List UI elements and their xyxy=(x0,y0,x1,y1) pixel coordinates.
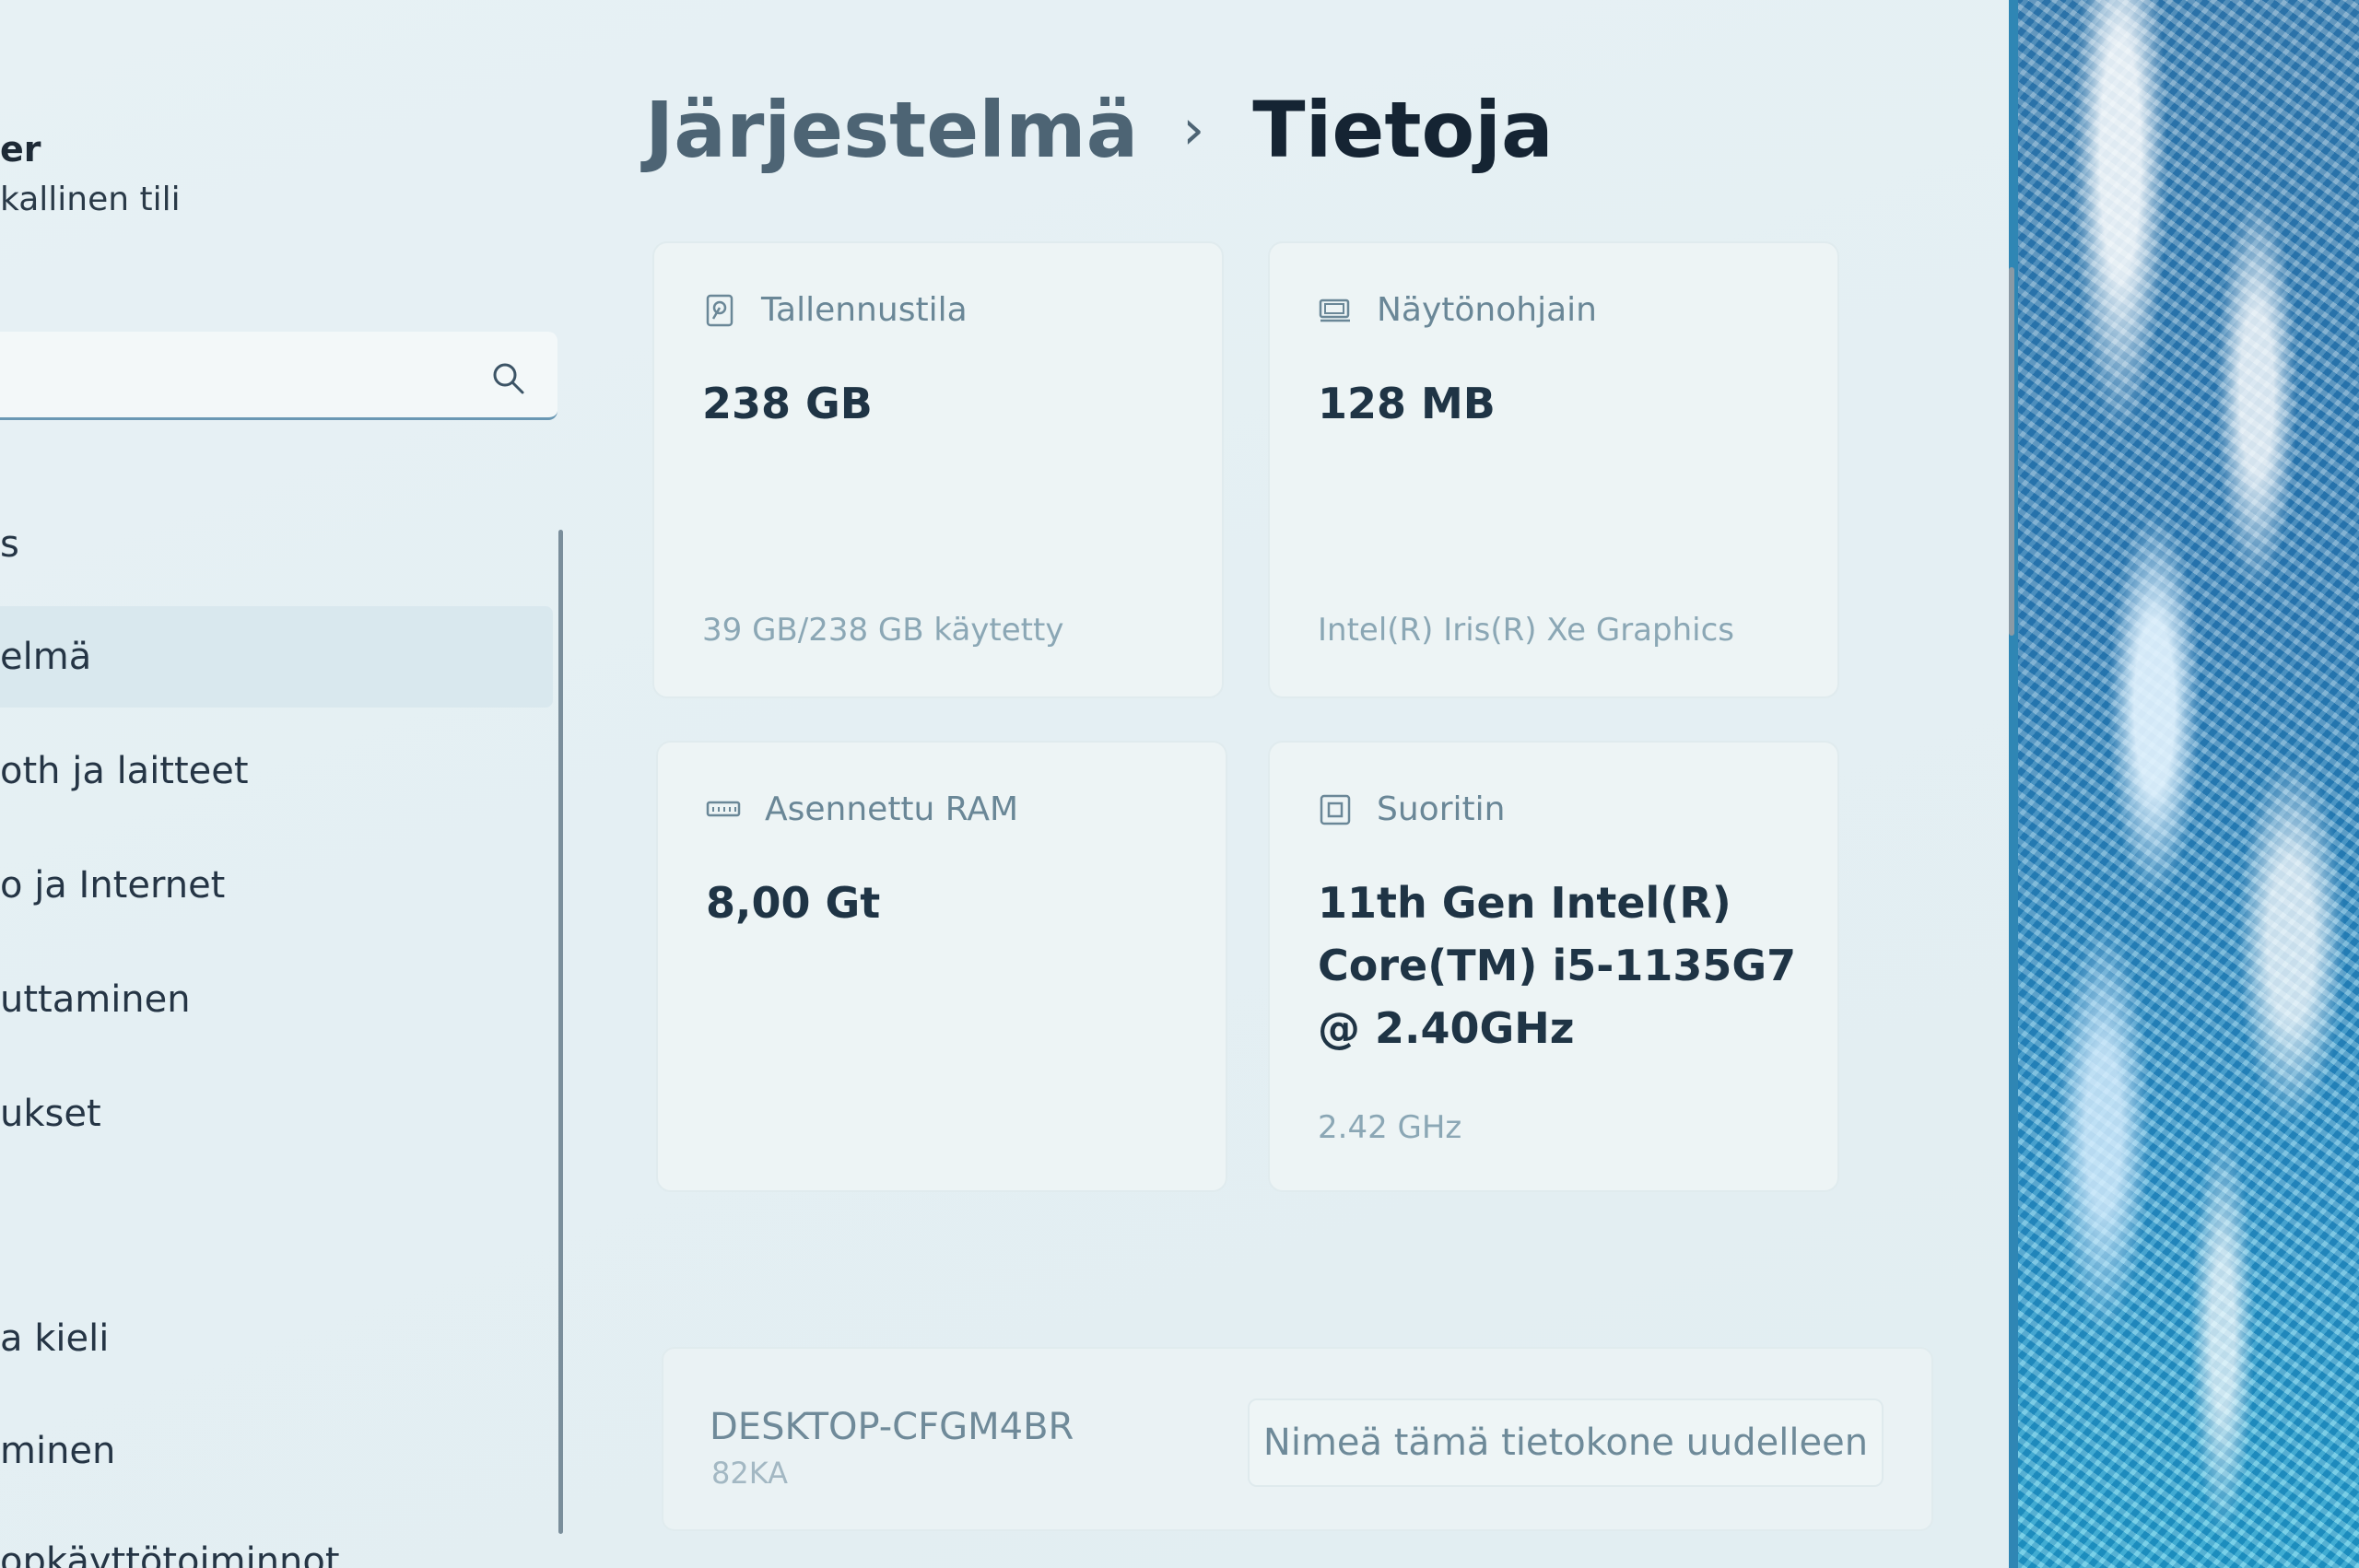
ram-icon xyxy=(706,801,741,816)
ram-label: Asennettu RAM xyxy=(765,790,1019,828)
sidebar-item-time-language[interactable]: a kieli xyxy=(0,1317,109,1360)
search-icon[interactable] xyxy=(489,359,526,396)
sidebar-item-home[interactable]: s xyxy=(0,523,19,566)
main-scrollbar[interactable] xyxy=(2009,267,2014,636)
sidebar-item-personalization[interactable]: uttaminen xyxy=(0,978,191,1021)
sidebar-scrollbar[interactable] xyxy=(558,530,563,1534)
display-adapter-memory: 128 MB xyxy=(1318,379,1496,428)
processor-icon xyxy=(1320,794,1351,825)
display-adapter-label: Näytönohjain xyxy=(1377,291,1597,329)
processor-label: Suoritin xyxy=(1377,790,1506,828)
storage-card: Tallennustila 238 GB 39 GB/238 GB käytet… xyxy=(652,241,1224,698)
processor-speed: 2.42 GHz xyxy=(1318,1109,1462,1146)
breadcrumb-chevron-icon: › xyxy=(1182,98,1205,162)
device-name: DESKTOP-CFGM4BR xyxy=(710,1406,1074,1448)
processor-card: Suoritin 11th Gen Intel(R) Core(TM) i5-1… xyxy=(1268,741,1839,1192)
display-adapter-card: Näytönohjain 128 MB Intel(R) Iris(R) Xe … xyxy=(1268,241,1839,698)
display-adapter-model: Intel(R) Iris(R) Xe Graphics xyxy=(1318,612,1734,649)
sidebar-item-bluetooth-devices[interactable]: oth ja laitteet xyxy=(0,750,249,792)
search-input[interactable] xyxy=(0,332,557,420)
page-title: Tietoja xyxy=(1252,85,1554,175)
device-model: 82KA xyxy=(711,1456,789,1491)
settings-window: er kallinen tili s elmä oth ja laitteet … xyxy=(0,0,2014,1568)
account-type: kallinen tili xyxy=(0,181,181,218)
desktop-wallpaper xyxy=(2018,0,2359,1568)
sidebar-item-accessibility[interactable]: opkäyttötoiminnot xyxy=(0,1540,340,1568)
breadcrumb: Järjestelmä › Tietoja xyxy=(645,85,1554,175)
processor-model: 11th Gen Intel(R) Core(TM) i5-1135G7 @ 2… xyxy=(1318,878,1797,1053)
sidebar-item-network-internet[interactable]: o ja Internet xyxy=(0,864,225,907)
rename-pc-button[interactable]: Nimeä tämä tietokone uudelleen xyxy=(1248,1398,1884,1487)
ram-card: Asennettu RAM 8,00 Gt xyxy=(656,741,1227,1192)
device-name-panel: DESKTOP-CFGM4BR 82KA Nimeä tämä tietokon… xyxy=(662,1347,1933,1531)
display-adapter-icon xyxy=(1319,298,1350,322)
account-name: er xyxy=(0,129,41,170)
storage-value: 238 GB xyxy=(702,379,873,428)
sidebar-item-gaming[interactable]: minen xyxy=(0,1430,115,1472)
storage-label: Tallennustila xyxy=(761,291,968,329)
sidebar-item-apps[interactable]: ukset xyxy=(0,1093,101,1135)
sidebar-item-system[interactable]: elmä xyxy=(0,636,91,678)
storage-icon xyxy=(706,294,734,326)
ram-value: 8,00 Gt xyxy=(706,878,881,928)
storage-usage: 39 GB/238 GB käytetty xyxy=(702,612,1064,649)
breadcrumb-parent[interactable]: Järjestelmä xyxy=(645,85,1138,175)
